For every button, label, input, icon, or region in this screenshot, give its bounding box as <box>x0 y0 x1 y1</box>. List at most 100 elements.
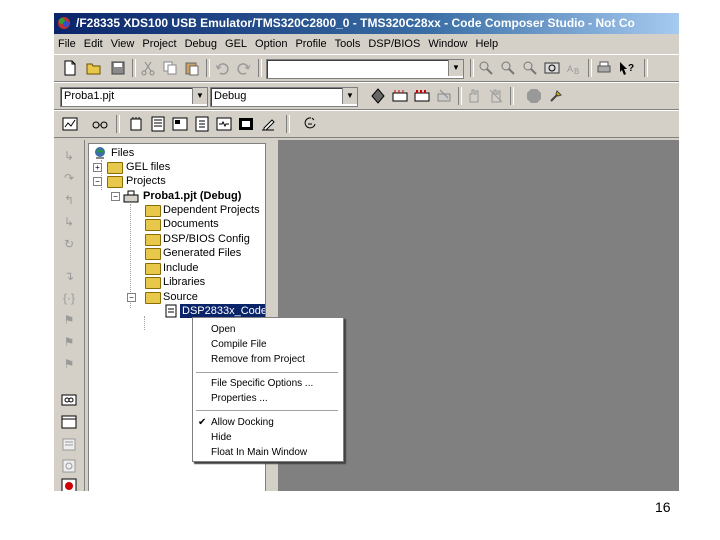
window-title: /F28335 XDS100 USB Emulator/TMS320C2800_… <box>76 16 635 30</box>
compile-icon[interactable] <box>370 88 386 104</box>
peripheral-registers-icon[interactable] <box>61 458 77 474</box>
menu-item-remove-from-project[interactable]: Remove from Project <box>211 353 305 367</box>
registers-icon[interactable] <box>150 116 166 132</box>
menu-item-float-in-main-window[interactable]: Float In Main Window <box>211 446 307 460</box>
menu-help[interactable]: Help <box>471 35 502 53</box>
toggle-breakpoint-icon[interactable] <box>488 88 504 104</box>
menu-debug[interactable]: Debug <box>181 35 221 53</box>
find-next-icon[interactable] <box>500 60 516 76</box>
redo-icon[interactable] <box>236 60 252 76</box>
assembly-step-over-icon[interactable]: {·} <box>61 290 77 306</box>
asm-file-icon <box>165 304 177 318</box>
rebuild-all-icon[interactable] <box>414 88 430 104</box>
memory-window-icon[interactable] <box>128 116 144 132</box>
find-icon[interactable] <box>478 60 494 76</box>
menu-item-open[interactable]: Open <box>211 323 235 337</box>
step-over-icon[interactable]: ↷ <box>61 170 77 186</box>
configuration-combo-value: Debug <box>214 90 247 102</box>
folder-icon <box>145 234 161 246</box>
find-in-files-icon[interactable] <box>544 60 560 76</box>
debug-windows-toolbar <box>54 110 679 138</box>
edit-variable-icon[interactable] <box>260 116 276 132</box>
tree-source-file-selected[interactable]: DSP2833x_CodeStartBranch.asm <box>165 304 265 318</box>
watch-window-icon[interactable] <box>61 392 77 408</box>
new-file-icon[interactable] <box>62 60 78 76</box>
graph-icon[interactable] <box>62 116 78 132</box>
animate-icon[interactable]: ⚑ <box>61 356 77 372</box>
debug-toolbar: ↳ ↷ ↰ ↳ ↻ ↴ {·} ⚑ ⚑ ⚑ <box>54 140 85 491</box>
folder-icon <box>145 219 161 231</box>
chevron-down-icon[interactable]: ▼ <box>448 60 463 76</box>
menu-project[interactable]: Project <box>138 35 180 53</box>
menu-profile[interactable]: Profile <box>291 35 330 53</box>
probe-settings-icon[interactable] <box>548 88 564 104</box>
memory-view-icon[interactable] <box>61 414 77 430</box>
collapse-icon[interactable]: − <box>111 192 120 201</box>
svg-text:?: ? <box>628 63 634 74</box>
menu-dspbios[interactable]: DSP/BIOS <box>364 35 424 53</box>
collapse-icon[interactable]: − <box>93 177 102 186</box>
disassembly-icon[interactable] <box>172 116 188 132</box>
find-combo[interactable]: ▼ <box>266 59 464 79</box>
incremental-build-icon[interactable] <box>392 88 408 104</box>
cpu-registers-icon[interactable] <box>61 436 77 452</box>
tree-item-label: Source <box>163 291 198 303</box>
svg-text:A: A <box>567 64 573 74</box>
menu-item-hide[interactable]: Hide <box>211 431 232 445</box>
stop-icon[interactable] <box>61 478 77 491</box>
menu-file[interactable]: File <box>54 35 80 53</box>
menu-edit[interactable]: Edit <box>80 35 107 53</box>
collapse-icon[interactable]: − <box>127 293 136 302</box>
open-folder-icon[interactable] <box>86 60 102 76</box>
expand-icon[interactable]: + <box>93 163 102 172</box>
menu-view[interactable]: View <box>107 35 139 53</box>
folder-icon <box>145 248 161 260</box>
menu-tools[interactable]: Tools <box>331 35 365 53</box>
folder-icon <box>145 205 161 217</box>
menu-option[interactable]: Option <box>251 35 291 53</box>
waveform-icon[interactable] <box>216 116 232 132</box>
step-into-icon[interactable]: ↳ <box>61 148 77 164</box>
image-window-icon[interactable] <box>238 116 254 132</box>
probe-point-icon[interactable] <box>526 88 542 104</box>
undo-icon[interactable] <box>214 60 230 76</box>
menu-window[interactable]: Window <box>424 35 471 53</box>
project-icon <box>123 190 139 203</box>
halt-icon[interactable]: ⚑ <box>61 334 77 350</box>
bookmark-icon[interactable]: AB <box>566 60 582 76</box>
folder-icon <box>145 277 161 289</box>
check-icon: ✔ <box>198 417 207 428</box>
call-stack-icon[interactable] <box>194 116 210 132</box>
tree-source-file-label: DSP2833x_CodeStartBranch.asm <box>180 304 265 318</box>
tree-files-label: Files <box>111 147 135 159</box>
menu-item-compile-file[interactable]: Compile File <box>211 338 267 352</box>
tree-item-label: Generated Files <box>163 247 242 259</box>
context-help-icon[interactable]: ? <box>618 60 634 76</box>
watch-glasses-icon[interactable] <box>92 116 108 132</box>
assembly-step-into-icon[interactable]: ↴ <box>61 268 77 284</box>
run-to-cursor-icon[interactable]: ↳ <box>61 214 77 230</box>
menu-item-file-specific-options[interactable]: File Specific Options ... <box>211 377 313 391</box>
stop-build-icon[interactable] <box>436 88 452 104</box>
find-previous-icon[interactable] <box>522 60 538 76</box>
step-out-icon[interactable]: ↰ <box>61 192 77 208</box>
menu-bar: File Edit View Project Debug GEL Option Profile… <box>54 35 679 53</box>
set-pc-icon[interactable]: ↻ <box>61 236 77 252</box>
menu-item-allow-docking[interactable]: Allow Docking <box>211 416 274 430</box>
profiler-icon[interactable] <box>302 116 318 132</box>
standard-toolbar: ▼ AB ? <box>54 54 679 82</box>
print-icon[interactable] <box>596 60 612 76</box>
configuration-combo[interactable]: Debug ▼ <box>210 87 358 107</box>
paste-icon[interactable] <box>184 60 200 76</box>
menu-gel[interactable]: GEL <box>221 35 251 53</box>
save-icon[interactable] <box>110 60 126 76</box>
chevron-down-icon[interactable]: ▼ <box>342 88 357 104</box>
tree-projects-label: Projects <box>126 175 166 187</box>
hand-icon[interactable] <box>466 88 482 104</box>
chevron-down-icon[interactable]: ▼ <box>192 88 207 104</box>
project-combo[interactable]: Proba1.pjt ▼ <box>60 87 208 107</box>
run-icon[interactable]: ⚑ <box>61 312 77 328</box>
menu-item-properties[interactable]: Properties ... <box>211 392 268 406</box>
cut-icon[interactable] <box>140 60 156 76</box>
copy-icon[interactable] <box>162 60 178 76</box>
